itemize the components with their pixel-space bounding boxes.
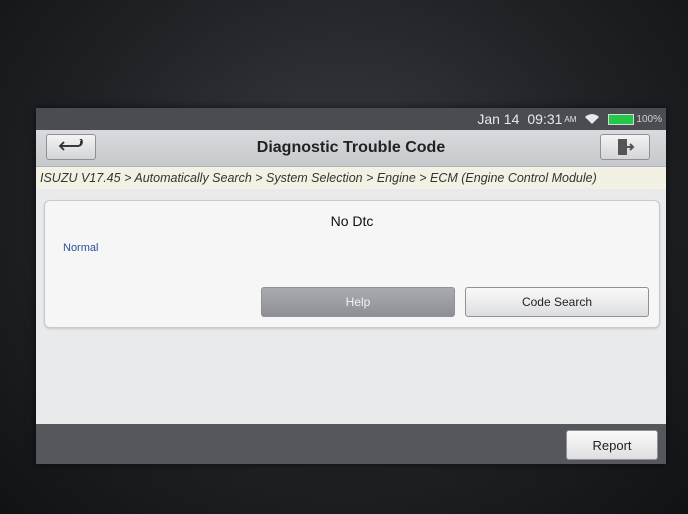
- code-search-button[interactable]: Code Search: [465, 287, 649, 317]
- exit-button[interactable]: [600, 134, 650, 160]
- report-button[interactable]: Report: [566, 430, 658, 460]
- exit-icon: [618, 139, 635, 155]
- status-time: 09:31: [527, 111, 563, 127]
- battery-percent: 100%: [636, 113, 662, 125]
- status-date: Jan 14: [477, 111, 520, 127]
- back-button[interactable]: [46, 134, 96, 160]
- help-button[interactable]: Help: [261, 287, 455, 317]
- system-status-text: Normal: [63, 242, 99, 254]
- battery-icon: [608, 113, 635, 125]
- breadcrumb: ISUZU V17.45 > Automatically Search > Sy…: [36, 167, 666, 189]
- status-bar: Jan 14 09:31 AM 100%: [36, 108, 666, 130]
- title-bar: Diagnostic Trouble Code: [36, 130, 666, 167]
- footer-bar: Report: [36, 424, 666, 464]
- status-ampm: AM: [564, 114, 577, 124]
- back-arrow-icon: [58, 139, 83, 151]
- page-title: Diagnostic Trouble Code: [256, 139, 446, 156]
- dtc-panel: No Dtc Normal Help Code Search: [44, 200, 660, 328]
- wifi-icon: [585, 114, 600, 124]
- device-screen: Jan 14 09:31 AM 100% Diagnostic Trouble …: [36, 108, 666, 464]
- device-bezel: Jan 14 09:31 AM 100% Diagnostic Trouble …: [0, 0, 688, 514]
- dtc-result-text: No Dtc: [330, 213, 374, 229]
